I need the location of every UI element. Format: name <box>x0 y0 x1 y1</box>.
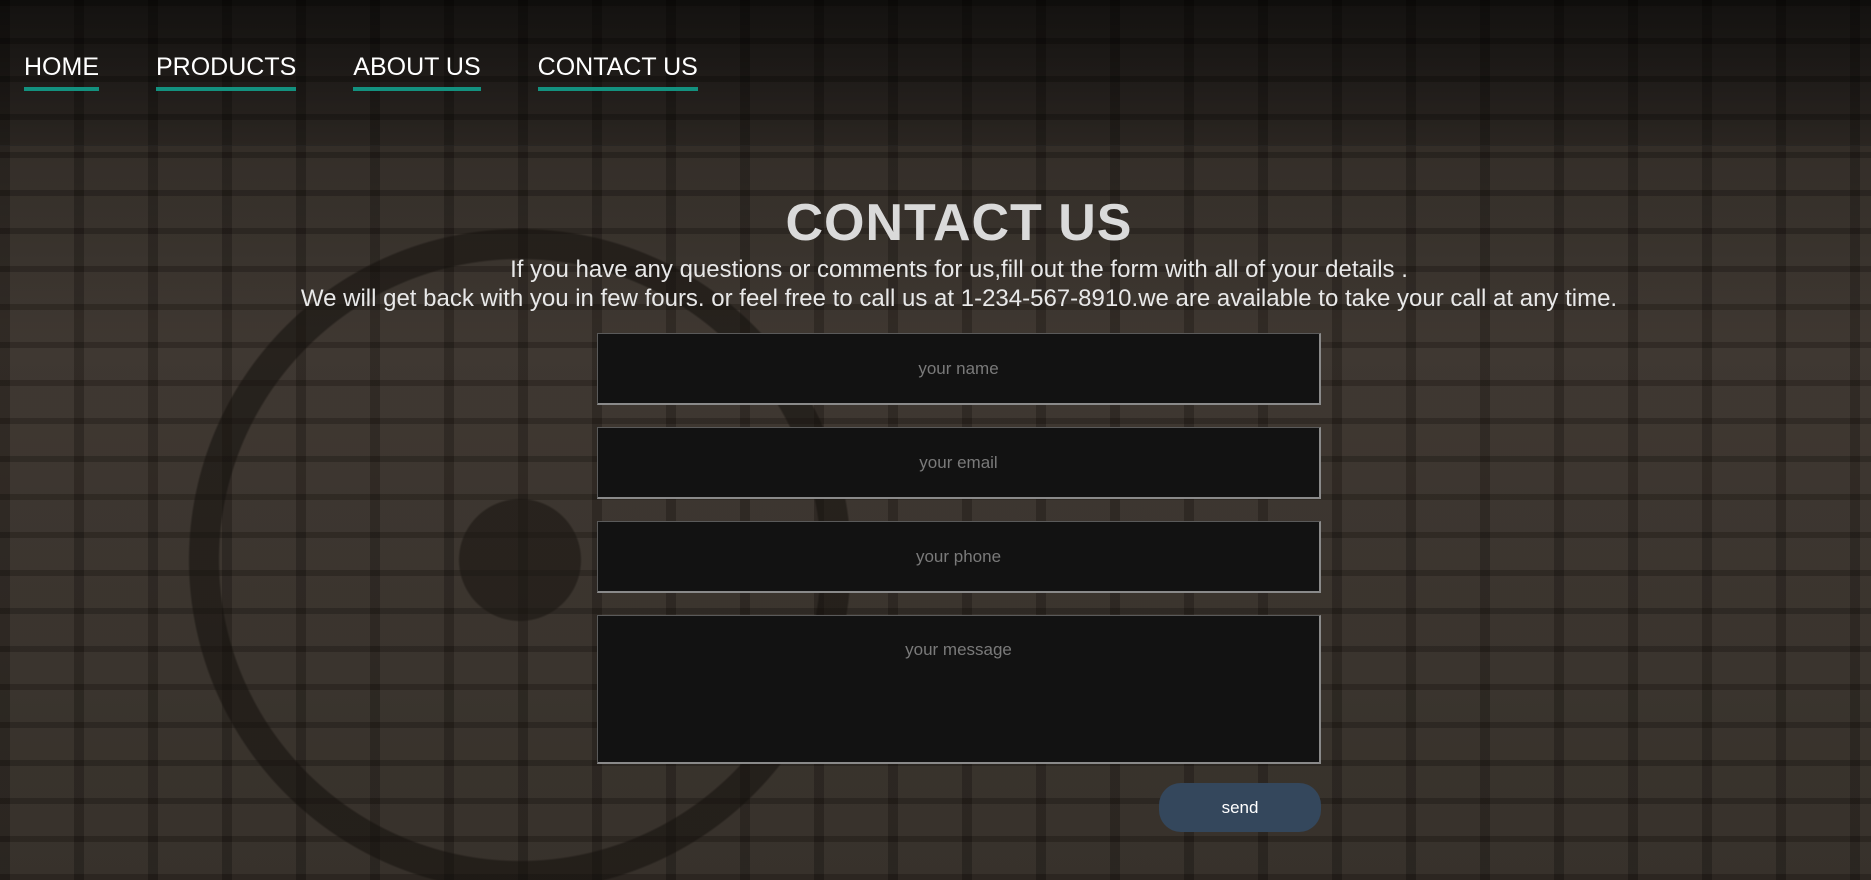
name-input[interactable] <box>597 333 1321 405</box>
contact-intro: If you have any questions or comments fo… <box>0 255 1871 313</box>
nav-item-home[interactable]: HOME <box>24 53 99 91</box>
message-textarea[interactable] <box>597 615 1321 764</box>
nav-item-contact-us[interactable]: CONTACT US <box>537 53 698 91</box>
contact-intro-line-2: We will get back with you in few fours. … <box>300 285 1618 312</box>
contact-form: send <box>597 333 1321 832</box>
contact-section: CONTACT US If you have any questions or … <box>0 145 1871 880</box>
contact-page: HOME PRODUCTS ABOUT US CONTACT US CONTAC… <box>0 0 1871 880</box>
nav-menu: HOME PRODUCTS ABOUT US CONTACT US <box>24 52 698 91</box>
send-button[interactable]: send <box>1159 783 1321 832</box>
top-navbar: HOME PRODUCTS ABOUT US CONTACT US <box>0 0 1871 146</box>
nav-item-about-us[interactable]: ABOUT US <box>353 53 481 91</box>
phone-input[interactable] <box>597 521 1321 593</box>
contact-intro-line-1: If you have any questions or comments fo… <box>510 256 1408 283</box>
page-title: CONTACT US <box>785 194 1133 252</box>
nav-item-products[interactable]: PRODUCTS <box>156 53 297 91</box>
email-input[interactable] <box>597 427 1321 499</box>
